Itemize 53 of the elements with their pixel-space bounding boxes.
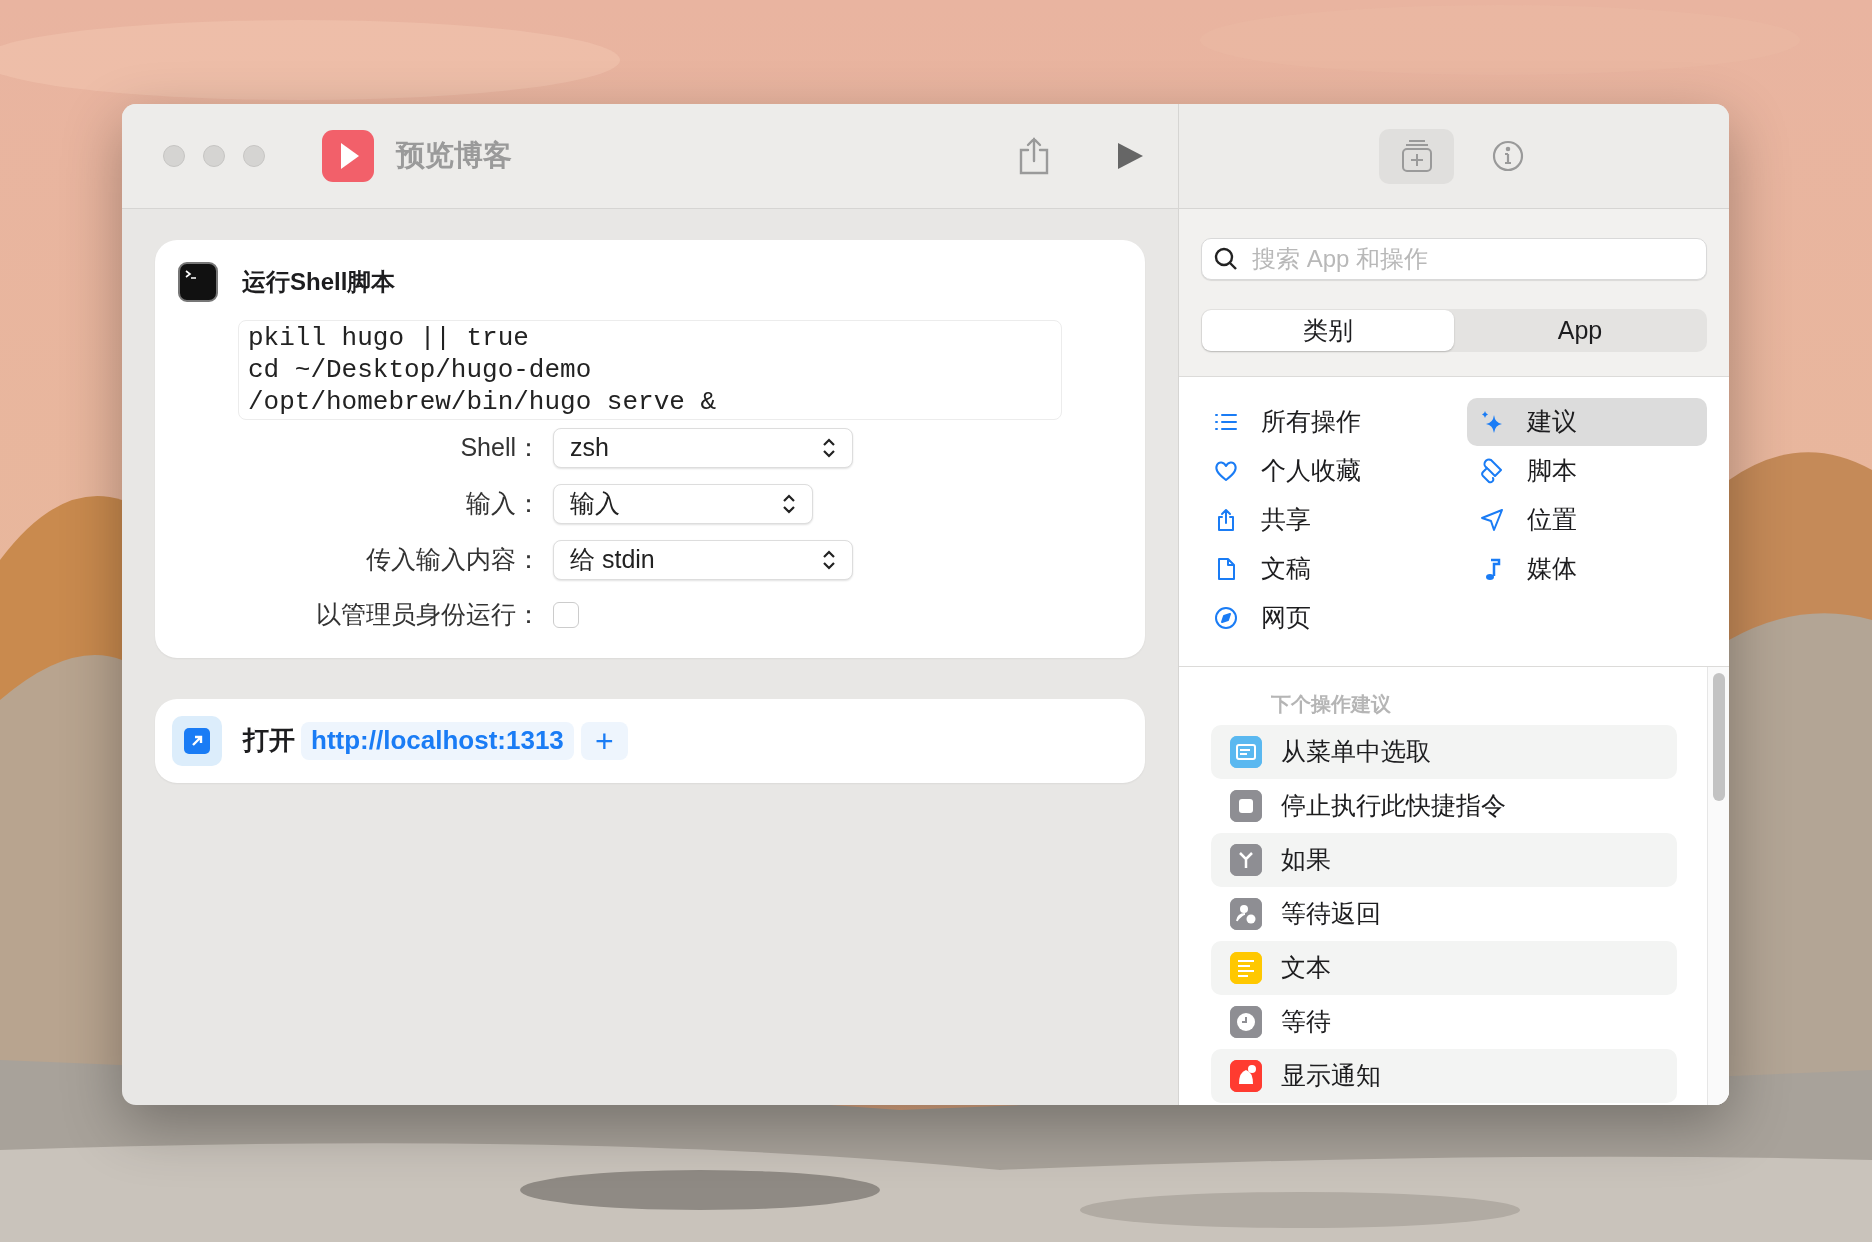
category-item[interactable]: 所有操作 <box>1201 398 1442 446</box>
chevrons-icon <box>822 436 836 460</box>
search-icon <box>1213 246 1239 272</box>
field-label: 输入： <box>465 488 542 520</box>
url-token[interactable]: http://localhost:1313 <box>301 721 574 760</box>
share-icon[interactable] <box>1017 136 1051 176</box>
category-item[interactable]: 共享 <box>1201 496 1442 544</box>
open-link-icon <box>172 715 222 766</box>
field-label: Shell： <box>459 432 542 464</box>
suggestion-item[interactable]: 从菜单中选取 <box>1211 725 1677 779</box>
suggestion-item[interactable]: 停止执行此快捷指令 <box>1211 779 1677 833</box>
suggestion-item[interactable]: 显示通知 <box>1211 1049 1677 1103</box>
select-dropdown[interactable]: 给 stdin <box>553 540 853 580</box>
select-dropdown[interactable]: zsh <box>553 428 853 468</box>
checkbox[interactable] <box>553 601 579 628</box>
compass-icon <box>1213 605 1239 631</box>
play-icon[interactable] <box>1116 141 1144 171</box>
window-control[interactable] <box>203 145 225 167</box>
scrollbar-thumb[interactable] <box>1712 673 1725 801</box>
category-item[interactable]: 媒体 <box>1466 545 1707 593</box>
suggestion-item[interactable]: 等待 <box>1211 995 1677 1049</box>
location-arrow-icon <box>1478 507 1505 533</box>
suggestion-item[interactable]: 文本 <box>1211 941 1677 995</box>
heart-icon <box>1213 458 1239 484</box>
select-dropdown[interactable]: 输入 <box>553 484 813 524</box>
script-editor[interactable]: pkill hugo || true cd ~/Desktop/hugo-demo /opt/homebrew/bin/hugo serve & <box>238 320 1062 420</box>
window-control[interactable] <box>243 145 265 167</box>
field-label: 以管理员身份运行： <box>315 599 542 630</box>
suggestion-item[interactable]: 如果 <box>1211 833 1677 887</box>
window-control[interactable] <box>163 145 185 167</box>
play-app-icon <box>322 130 374 182</box>
category-item[interactable]: 个人收藏 <box>1201 447 1442 495</box>
category-item[interactable]: 脚本 <box>1466 447 1707 495</box>
category-item[interactable]: 网页 <box>1201 594 1442 642</box>
segment-tab[interactable]: 类别 <box>1202 310 1454 351</box>
segment-tab[interactable]: App <box>1454 310 1706 351</box>
window-title: 预览博客 <box>396 138 512 174</box>
scroll-icon <box>1478 458 1505 484</box>
field-label: 传入输入内容： <box>365 544 542 576</box>
action-verb: 打开 <box>243 724 295 757</box>
chevrons-icon <box>822 548 836 572</box>
suggestion-item[interactable]: 等待返回 <box>1211 887 1677 941</box>
terminal-icon <box>178 262 218 302</box>
category-item[interactable]: 文稿 <box>1201 545 1442 593</box>
library-button[interactable] <box>1379 128 1454 184</box>
chevrons-icon <box>782 492 796 516</box>
add-button[interactable]: + <box>580 721 628 760</box>
category-item[interactable]: 建议 <box>1466 398 1707 446</box>
category-item[interactable]: 位置 <box>1466 496 1707 544</box>
section-header: 下个操作建议 <box>1270 692 1392 717</box>
info-icon[interactable] <box>1492 140 1524 172</box>
search-field[interactable]: 搜索 App 和操作 <box>1201 238 1707 280</box>
action-title: 运行Shell脚本 <box>242 267 396 297</box>
